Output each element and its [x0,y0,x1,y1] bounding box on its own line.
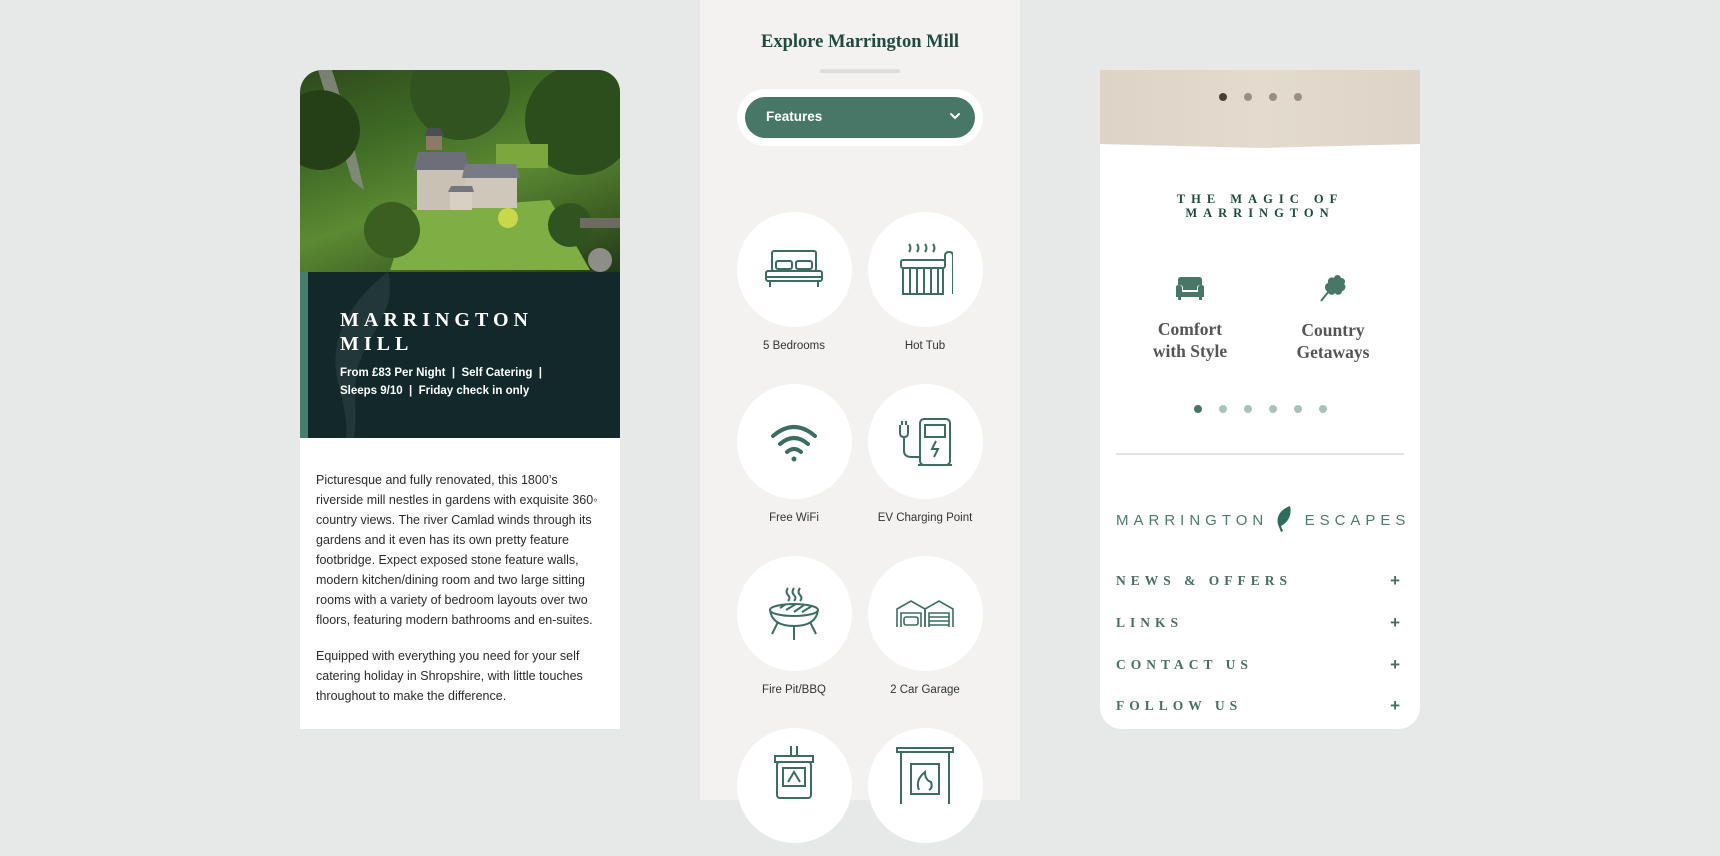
feature-label: Hot Tub [904,340,946,352]
accordion-contact-us[interactable]: CONTACT US + [1116,651,1404,681]
feature-ev-charging: EV Charging Point [860,384,990,524]
ev-charger-icon [899,417,952,466]
fireplace-icon [896,746,954,804]
bed-icon [765,249,823,287]
dropdown-selected: Features [766,109,823,124]
description-paragraph: Equipped with everything you need for yo… [316,649,583,703]
feature-label: Free WiFi [769,512,819,524]
dropdown-container: Features [737,89,983,146]
feature-fireplace [860,728,990,856]
perk-line: with Style [1152,341,1228,361]
explore-panel: Explore Marrington Mill Features 5 Bedro… [700,0,1020,843]
plus-icon: + [1390,613,1400,632]
property-title: MARRINGTON MILL [340,309,533,355]
carousel-dot[interactable] [1243,93,1252,101]
logo-text-left: MARRINGTON [1116,512,1269,529]
accordion-label: FOLLOW US [1116,698,1243,713]
feature-label: 2 Car Garage [890,684,960,696]
carousel-dot[interactable] [1218,93,1227,101]
property-photo [300,70,620,272]
meta-line: From £83 Per Night | Self Catering | [340,367,542,379]
plus-icon: + [1390,571,1400,590]
carousel-dot[interactable] [1293,93,1302,101]
brand-logo[interactable]: MARRINGTON ESCAPES [1116,505,1416,535]
perk-text: Country Getaways [1263,319,1403,363]
feature-circle [736,728,852,843]
section-heading: THE MAGIC OF MARRINGTON [1176,192,1344,220]
accordion-label: CONTACT US [1116,657,1253,672]
property-meta: From £83 Per Night | Self Catering | Sle… [340,364,610,400]
perk-text: Comfort with Style [1120,318,1260,362]
carousel-dot[interactable] [1318,405,1327,413]
explore-title: Explore Marrington Mill [761,32,959,52]
carousel-dot[interactable] [1193,405,1202,413]
property-description: Picturesque and fully renovated, this 18… [316,470,608,722]
feature-bbq: Fire Pit/BBQ [729,556,859,696]
property-card: MARRINGTON MILL From £83 Per Night | Sel… [300,70,620,729]
accordion-label: NEWS & OFFERS [1116,573,1293,588]
carousel-dot[interactable] [1293,405,1302,413]
accordion-follow-us[interactable]: FOLLOW US + [1116,692,1404,722]
carousel-dot[interactable] [1268,405,1277,413]
carousel-dot[interactable] [1218,405,1227,413]
feature-circle [736,556,852,671]
perk-line: Comfort [1157,319,1223,339]
feature-label: Fire Pit/BBQ [762,684,826,696]
garage-icon [896,599,954,627]
meta-line: Sleeps 9/10 | Friday check in only [340,385,530,397]
plus-icon: + [1390,655,1400,674]
perk-line: Country [1301,320,1365,340]
feature-bedrooms: 5 Bedrooms [729,212,859,352]
footer-card: THE MAGIC OF MARRINGTON Comfort with Sty… [1100,70,1420,729]
perk-line: Getaways [1296,342,1370,362]
features-dropdown[interactable]: Features [745,97,975,138]
feature-garage: 2 Car Garage [860,556,990,696]
description-paragraph: Picturesque and fully renovated, this 18… [316,473,598,627]
feature-circle [867,212,983,327]
feature-wood-stove [729,728,859,856]
feature-label: 5 Bedrooms [762,340,825,352]
perk-country: Country Getaways [1263,272,1403,363]
feature-circle [867,384,983,499]
accent-strip [300,272,308,438]
armchair-icon [1176,277,1204,300]
accordion-label: LINKS [1116,615,1184,630]
divider [1116,453,1404,455]
feature-circle [736,384,852,499]
feature-hot-tub: Hot Tub [860,212,990,352]
chevron-down-icon [950,113,960,120]
perk-comfort: Comfort with Style [1120,275,1260,362]
accordion-links[interactable]: LINKS + [1116,609,1404,639]
leaf-icon [1277,506,1292,532]
carousel-dot[interactable] [1243,405,1252,413]
feature-wifi: Free WiFi [729,384,859,524]
bbq-icon [769,586,819,640]
feature-circle [867,728,983,843]
title-underline [820,69,900,73]
feature-circle [867,556,983,671]
accordion-news-offers[interactable]: NEWS & OFFERS + [1116,567,1404,597]
logo-text-right: ESCAPES [1304,512,1411,529]
wood-stove-icon [774,745,814,799]
hero-carousel [1100,70,1420,154]
wifi-icon [771,424,817,461]
carousel-dot[interactable] [1268,93,1277,101]
plus-icon: + [1390,696,1400,715]
feature-label: EV Charging Point [877,512,973,524]
property-hero-panel: MARRINGTON MILL From £83 Per Night | Sel… [300,272,620,438]
hot-tub-icon [900,242,953,295]
feature-circle [736,212,852,327]
oak-leaf-icon [1320,275,1346,302]
